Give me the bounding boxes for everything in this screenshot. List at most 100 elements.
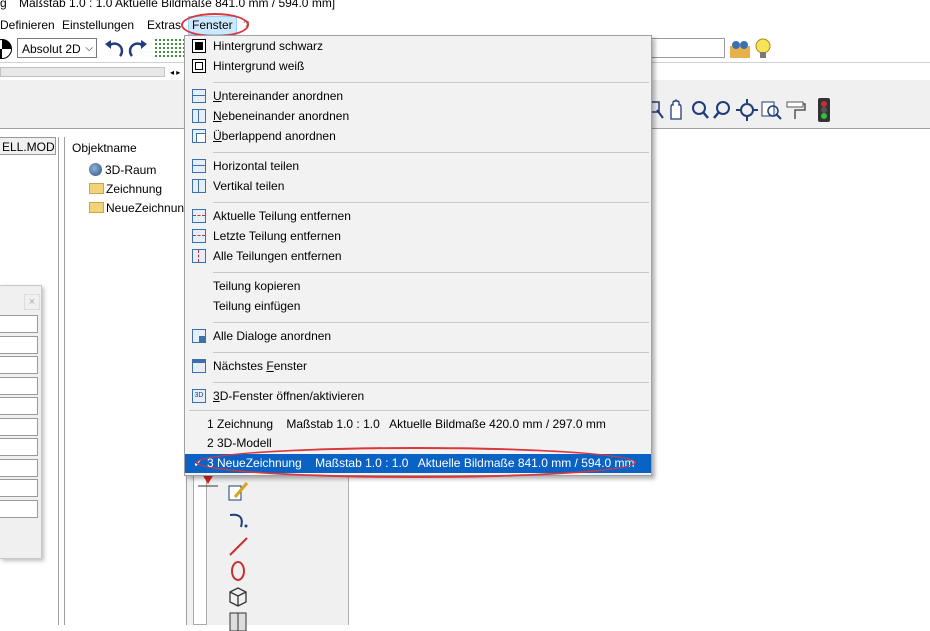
menu-item-untereinander[interactable]: Untereinander anordnen [185,86,651,106]
model-tab-label: ELL.MOD [2,140,55,154]
dialog-field[interactable] [0,397,38,415]
menu-item-label: Letzte Teilung entfernen [213,229,341,243]
dialog-field[interactable] [0,336,38,354]
menu-extras[interactable]: Extras [147,17,181,34]
dialog-field[interactable] [0,418,38,436]
dialog-field[interactable] [0,438,38,456]
dialog-field[interactable] [0,315,38,333]
menu-item-label: Alle Dialoge anordnen [213,329,332,343]
menu-item-aktuelle-teilung-entfernen[interactable]: Aktuelle Teilung entfernen [185,206,651,226]
menu-item-hintergrund-weiss[interactable]: Hintergrund weiß [185,56,651,76]
tree-item-label: NeueZeichnun [106,201,185,215]
menu-separator [213,352,649,353]
fenster-menu: Hintergrund schwarz Hintergrund weiß Unt… [184,35,652,476]
tree-item-label: 3D-Raum [105,163,157,177]
menu-separator [213,272,649,273]
menu-item-vertikal-teilen[interactable]: Vertikal teilen [185,176,651,196]
pan-hand-icon[interactable] [666,99,686,121]
menu-separator [213,82,649,83]
menu-bar: Definieren Einstellungen Extras Fenster … [0,14,930,36]
paint-roller-icon[interactable] [785,99,807,121]
redo-icon[interactable] [127,38,149,60]
menu-item-alle-teilungen-entfernen[interactable]: Alle Teilungen entfernen [185,246,651,266]
menu-item-label: Alle Teilungen entfernen [213,249,342,263]
menu-item-label: Untereinander anordnen [213,89,344,103]
tool-strip [193,472,207,625]
menu-item-teilung-kopieren[interactable]: Teilung kopieren [185,276,651,296]
tile-vertical-icon [192,109,206,123]
menu-item-label: Nebeneinander anordnen [213,109,350,123]
chevron-down-icon: ⌵ [85,43,93,54]
title-prefix: g [0,0,7,10]
zoom-page-icon[interactable] [760,99,782,121]
coordinate-mode-combo[interactable]: Absolut 2D ⌵ [17,38,97,58]
menu-item-ueberlappend[interactable]: Überlappend anordnen [185,126,651,146]
horizontal-scroll-track[interactable] [0,67,165,77]
menu-separator [213,322,649,323]
undo-icon[interactable] [103,38,125,60]
tile-horizontal-icon [192,89,206,103]
remove-all-splits-icon [192,249,206,263]
menu-item-letzte-teilung-entfernen[interactable]: Letzte Teilung entfernen [185,226,651,246]
folder-icon [89,183,104,194]
box-3d-icon[interactable] [227,585,249,607]
dialog-field[interactable] [0,356,38,374]
arc-tool-icon[interactable] [227,509,249,531]
search-input[interactable] [648,38,725,58]
menu-item-horizontal-teilen[interactable]: Horizontal teilen [185,156,651,176]
window-item-label: 2 3D-Modell [207,436,272,450]
folder-icon [89,202,104,213]
close-icon[interactable]: × [24,294,40,310]
menu-item-3d-fenster[interactable]: 3D 3D-Fenster öffnen/aktivieren [185,386,651,406]
menu-item-alle-dialoge-anordnen[interactable]: Alle Dialoge anordnen [185,326,651,346]
tree-item-label: Zeichnung [106,182,163,196]
menu-item-nebeneinander[interactable]: Nebeneinander anordnen [185,106,651,126]
zoom-in-icon[interactable] [712,99,732,121]
vertical-tool-panel [186,470,349,625]
menu-item-label: Horizontal teilen [213,159,300,173]
black-background-icon [192,39,206,53]
traffic-light-icon[interactable] [816,97,832,123]
menu-definieren[interactable]: Definieren [0,17,55,34]
next-window-icon [192,359,206,373]
line-tool-icon[interactable] [227,535,249,557]
title-text: Maßstab 1.0 : 1.0 Aktuelle Bildmaße 841.… [19,0,336,10]
cascade-icon [192,129,206,143]
zoom-all-icon[interactable] [736,99,758,121]
menu-item-teilung-einfuegen[interactable]: Teilung einfügen [185,296,651,316]
zoom-out-icon[interactable] [690,99,710,121]
dialog-field[interactable] [0,479,38,497]
pencil-edit-icon[interactable] [227,481,249,503]
menu-item-label: Aktuelle Teilung entfernen [213,209,351,223]
dialog-field[interactable] [0,459,38,477]
model-tab[interactable]: ELL.MOD [0,137,56,155]
ellipse-tool-icon[interactable] [227,560,249,582]
menu-separator [189,410,649,411]
dialog-field[interactable] [0,377,38,395]
tree-item-zeichnung[interactable]: Zeichnung [89,180,162,198]
globe-icon [89,163,102,176]
tree-item-neuezeichnung[interactable]: NeueZeichnun [89,199,184,217]
menu-item-hintergrund-schwarz[interactable]: Hintergrund schwarz [185,36,651,56]
menu-einstellungen[interactable]: Einstellungen [62,17,134,34]
scroll-arrows-icon[interactable]: ◂ ▸ [170,68,180,77]
arrange-dialogs-icon [192,329,206,343]
white-background-icon [192,59,206,73]
menu-separator [213,202,649,203]
split-vertical-icon [192,179,206,193]
3d-window-icon: 3D [192,389,206,403]
dialog-field[interactable] [0,500,38,518]
users-icon[interactable] [729,38,751,60]
coordinate-mode-value: Absolut 2D [22,42,81,56]
menu-item-label: Teilung kopieren [213,279,301,293]
menu-separator [213,382,649,383]
target-icon[interactable] [0,39,12,59]
menu-item-naechstes-fenster[interactable]: Nächstes Fenster [185,356,651,376]
wall-tool-icon[interactable] [227,609,249,631]
remove-split-icon [192,209,206,223]
panel-divider [348,470,349,625]
grid-icon[interactable] [154,38,184,58]
window-item-1[interactable]: 1 Zeichnung Maßstab 1.0 : 1.0 Aktuelle B… [185,415,651,434]
tree-item-3d-raum[interactable]: 3D-Raum [89,161,156,179]
lightbulb-icon[interactable] [752,37,774,61]
